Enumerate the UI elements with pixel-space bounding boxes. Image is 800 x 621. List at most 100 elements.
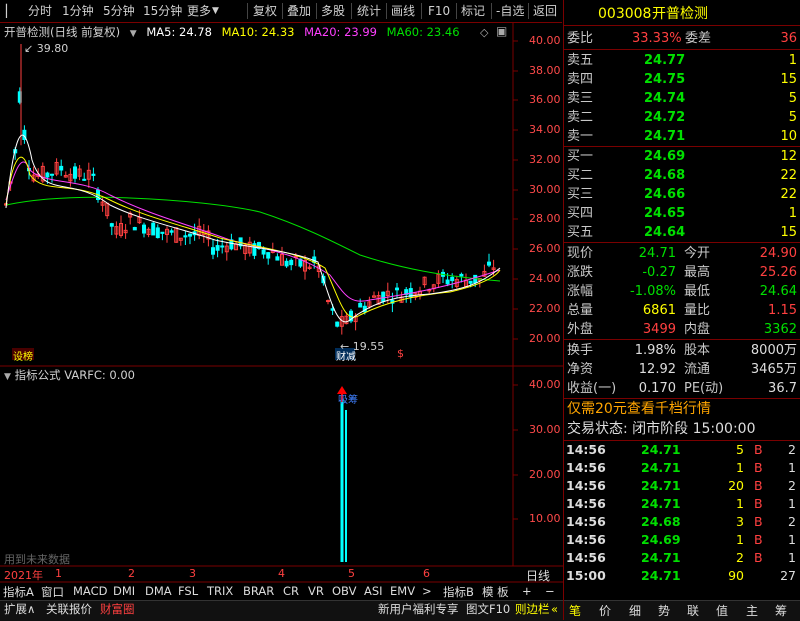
price-tick: 36.00 [529, 93, 561, 106]
bid-level[interactable]: 买五 24.64 15 [564, 223, 800, 242]
expand-button[interactable]: 扩展∧ [4, 601, 35, 617]
indicator-title: ▼ 指标公式 VARFC: 0.00 [4, 368, 136, 382]
tab-obv[interactable]: OBV [332, 584, 356, 598]
month-label: 6 [423, 567, 430, 580]
high-label: ↙ 39.80 [24, 42, 69, 55]
stat-row: 换手 1.98% 股本 8000万 [564, 341, 800, 360]
tick-row: 14:56 24.71 2 B 1 [563, 549, 800, 567]
tab-window[interactable]: 窗口 [41, 584, 64, 600]
event-mark-2[interactable]: 财减 [336, 348, 356, 363]
bid-level[interactable]: 买四 24.65 1 [564, 204, 800, 223]
ask-level[interactable]: 卖四 24.75 15 [564, 70, 800, 89]
sidebar-toggle-button[interactable]: 则边栏 [515, 601, 550, 617]
tab-main[interactable]: 主 [746, 602, 758, 619]
tab-value[interactable]: 值 [716, 602, 728, 619]
tabs-next-icon[interactable]: > [422, 584, 432, 598]
tab-link[interactable]: 联 [687, 602, 699, 619]
event-mark-1[interactable]: 设榜 [13, 348, 33, 363]
promo-link[interactable]: 新用户福利专享 [378, 601, 459, 617]
tab-price[interactable]: 价 [599, 602, 611, 619]
kline-chart[interactable] [0, 0, 563, 600]
stat-value: 12.92 [638, 362, 676, 377]
tab-emv[interactable]: EMV [390, 584, 415, 598]
tab-macd[interactable]: MACD [73, 584, 107, 598]
stat-label: 净资 [567, 362, 594, 377]
stat-value: 25.26 [759, 265, 797, 280]
tab-dmi[interactable]: DMI [113, 584, 135, 598]
tab-asi[interactable]: ASI [364, 584, 383, 598]
tab-fsl[interactable]: FSL [178, 584, 198, 598]
candle-body [326, 300, 330, 303]
tab-brar[interactable]: BRAR [243, 584, 274, 598]
tab-vr[interactable]: VR [308, 584, 324, 598]
tick-price: 24.71 [641, 460, 681, 475]
bid-level[interactable]: 买二 24.68 22 [564, 166, 800, 185]
tab-detail[interactable]: 细 [629, 602, 641, 619]
candle-body [335, 321, 340, 327]
related-quote-button[interactable]: 关联报价 [46, 601, 92, 617]
tick-time: 14:56 [566, 460, 606, 475]
bid-level[interactable]: 买一 24.69 12 [564, 147, 800, 166]
tick-count: 2 [788, 514, 796, 529]
ask-level[interactable]: 卖三 24.74 5 [564, 89, 800, 108]
candle-body [459, 273, 464, 277]
tick-volume: 20 [728, 478, 744, 493]
level-price: 24.74 [644, 91, 686, 106]
stock-name: 开普检测 [652, 6, 708, 22]
tab-dma[interactable]: DMA [145, 584, 172, 598]
level-price: 24.64 [644, 225, 686, 240]
tab-trix[interactable]: TRIX [207, 584, 233, 598]
level-volume: 1 [788, 53, 797, 68]
tick-time: 14:56 [566, 442, 606, 457]
weibi-row: 委比 33.33% 委差 36 [564, 29, 800, 48]
stat-label: 流通 [684, 362, 711, 377]
tab-trades[interactable]: 笔 [569, 602, 581, 619]
price-tick: 28.00 [529, 212, 561, 225]
event-mark-3[interactable]: $ [397, 347, 404, 360]
tab-trend[interactable]: 势 [658, 602, 670, 619]
stat-label: 今开 [684, 246, 711, 261]
tick-time: 14:56 [566, 514, 606, 529]
indicator-dropdown-icon[interactable]: ▼ [4, 372, 11, 382]
candle-body [220, 245, 225, 248]
stat-label: 现价 [567, 246, 594, 261]
candle-body [183, 235, 188, 238]
stat-label: 外盘 [567, 322, 594, 337]
bid-level[interactable]: 买三 24.66 22 [564, 185, 800, 204]
tab-chips[interactable]: 筹 [775, 602, 787, 619]
level-volume: 15 [780, 225, 797, 240]
level-label: 买四 [567, 206, 594, 221]
remove-pane-button[interactable]: − [545, 584, 555, 598]
level2-promo[interactable]: 仅需20元查看千档行情 [564, 400, 800, 419]
level-price: 24.77 [644, 53, 686, 68]
tab-indicator-b[interactable]: 指标B [443, 584, 474, 600]
trade-status: 交易状态: 闭市阶段 15:00:00 [567, 421, 756, 437]
tab-template[interactable]: 模 板 [482, 584, 509, 600]
price-tick: 30.00 [529, 183, 561, 196]
tick-price: 24.71 [641, 478, 681, 493]
tick-price: 24.71 [641, 568, 681, 583]
ask-level[interactable]: 卖一 24.71 10 [564, 127, 800, 146]
level-label: 买五 [567, 225, 594, 240]
candle-body [395, 287, 399, 291]
sidebar-collapse-icon[interactable]: « [551, 601, 558, 617]
level-label: 卖三 [567, 91, 594, 106]
stat-value: 3499 [642, 322, 676, 337]
add-pane-button[interactable]: + [522, 584, 532, 598]
tick-count: 2 [788, 478, 796, 493]
candle-body [169, 230, 174, 233]
ask-level[interactable]: 卖二 24.72 5 [564, 108, 800, 127]
f10-graphic-button[interactable]: 图文F10 [466, 601, 510, 617]
ask-level[interactable]: 卖五 24.77 1 [564, 51, 800, 70]
tick-price: 24.71 [641, 550, 681, 565]
level-label: 买二 [567, 168, 594, 183]
tab-cr[interactable]: CR [283, 584, 299, 598]
stat-value: 24.90 [759, 246, 797, 261]
tab-indicator-a[interactable]: 指标A [3, 584, 34, 600]
period-label[interactable]: 日线 [526, 567, 550, 584]
tick-volume: 1 [736, 460, 744, 475]
level-volume: 1 [788, 206, 797, 221]
stat-row: 涨幅 -1.08% 最低 24.64 [564, 282, 800, 301]
wealth-circle-button[interactable]: 财富圈 [100, 601, 135, 617]
stat-label: 最低 [684, 284, 711, 299]
